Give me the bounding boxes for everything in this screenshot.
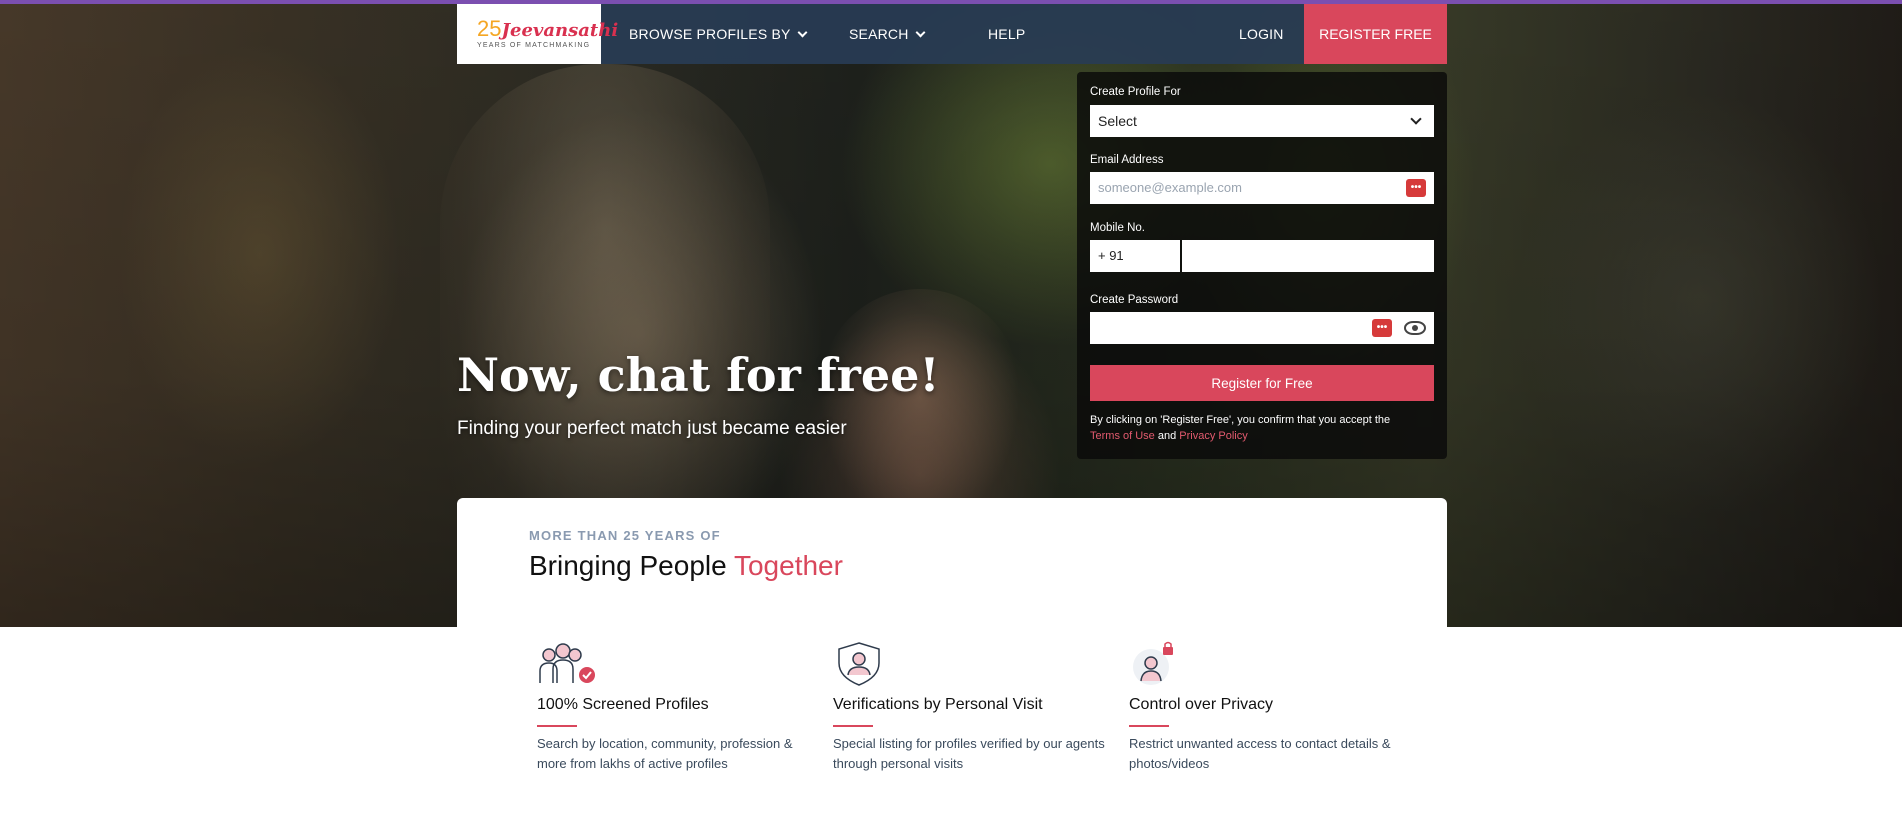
- register-for-free-label: Register for Free: [1211, 375, 1313, 391]
- mobile-field[interactable]: [1182, 240, 1434, 272]
- logo-tagline: YEARS OF MATCHMAKING: [477, 41, 591, 49]
- verified-shield-icon: [838, 642, 880, 686]
- feature-title: Verifications by Personal Visit: [833, 696, 1043, 713]
- password-field[interactable]: •••: [1090, 312, 1434, 344]
- consent-and: and: [1157, 430, 1177, 442]
- logo-name: Jeevansathi: [501, 19, 619, 41]
- feature-title: Control over Privacy: [1129, 696, 1274, 713]
- feature-description: Restrict unwanted access to contact deta…: [1129, 736, 1391, 771]
- nav-browse-profiles[interactable]: BROWSE PROFILES BY: [629, 4, 807, 64]
- logo[interactable]: 25Jeevansathi YEARS OF MATCHMAKING: [457, 4, 618, 64]
- features-card: MORE THAN 25 YEARS OF Bringing People To…: [457, 498, 1447, 828]
- show-password-eye-icon[interactable]: [1404, 321, 1426, 335]
- mobile-label: Mobile No.: [1090, 222, 1145, 234]
- intro-title-accent: Together: [733, 550, 843, 581]
- profile-for-value: Select: [1098, 113, 1137, 129]
- hero-headline: Now, chat for free!: [457, 348, 940, 402]
- profile-for-select[interactable]: Select: [1090, 105, 1434, 137]
- country-code-value: + 91: [1098, 248, 1124, 263]
- nav-browse-label: BROWSE PROFILES BY: [629, 26, 791, 42]
- intro-eyebrow: MORE THAN 25 YEARS OF: [529, 528, 721, 543]
- privacy-policy-link[interactable]: Privacy Policy: [1179, 430, 1247, 442]
- nav-help[interactable]: HELP: [988, 4, 1025, 64]
- terms-of-use-link[interactable]: Terms of Use: [1090, 430, 1155, 442]
- email-field[interactable]: someone@example.com •••: [1090, 172, 1434, 204]
- country-code-select[interactable]: + 91: [1090, 240, 1180, 272]
- consent-text: By clicking on 'Register Free', you conf…: [1090, 412, 1434, 444]
- feature-description: Search by location, community, professio…: [537, 736, 793, 771]
- email-label: Email Address: [1090, 154, 1164, 166]
- intro-title-main: Bringing People: [529, 550, 727, 581]
- password-manager-icon[interactable]: •••: [1372, 319, 1392, 337]
- password-label: Create Password: [1090, 294, 1179, 306]
- email-placeholder: someone@example.com: [1098, 180, 1242, 195]
- login-label: LOGIN: [1239, 26, 1284, 42]
- consent-sentence: By clicking on 'Register Free', you conf…: [1090, 414, 1391, 426]
- privacy-lock-icon: [1133, 641, 1173, 685]
- logo-wordmark: 25Jeevansathi: [477, 17, 618, 40]
- logo-number: 25: [477, 15, 502, 41]
- login-link[interactable]: LOGIN: [1239, 4, 1284, 64]
- chevron-down-icon: [915, 27, 925, 37]
- hero-subheadline: Finding your perfect match just became e…: [457, 418, 847, 439]
- nav-search[interactable]: SEARCH: [849, 4, 925, 64]
- nav-search-label: SEARCH: [849, 26, 909, 42]
- feature-title: 100% Screened Profiles: [537, 696, 709, 713]
- registration-form: Create Profile For Select Email Address …: [1077, 72, 1447, 459]
- feature-divider: [1129, 725, 1169, 727]
- chevron-down-icon: [797, 27, 807, 37]
- intro-title: Bringing People Together: [529, 550, 843, 582]
- chevron-down-icon: [1410, 113, 1422, 125]
- nav-help-label: HELP: [988, 26, 1026, 42]
- register-free-label: REGISTER FREE: [1319, 26, 1432, 42]
- feature-divider: [537, 725, 577, 727]
- register-free-button[interactable]: REGISTER FREE: [1304, 4, 1447, 64]
- navbar: 25Jeevansathi YEARS OF MATCHMAKING BROWS…: [457, 4, 1447, 64]
- feature-description: Special listing for profiles verified by…: [833, 736, 1105, 771]
- password-manager-icon[interactable]: •••: [1406, 179, 1426, 197]
- screened-profiles-icon: [539, 643, 595, 683]
- feature-divider: [833, 725, 873, 727]
- profile-for-label: Create Profile For: [1090, 86, 1181, 98]
- register-for-free-button[interactable]: Register for Free: [1090, 365, 1434, 401]
